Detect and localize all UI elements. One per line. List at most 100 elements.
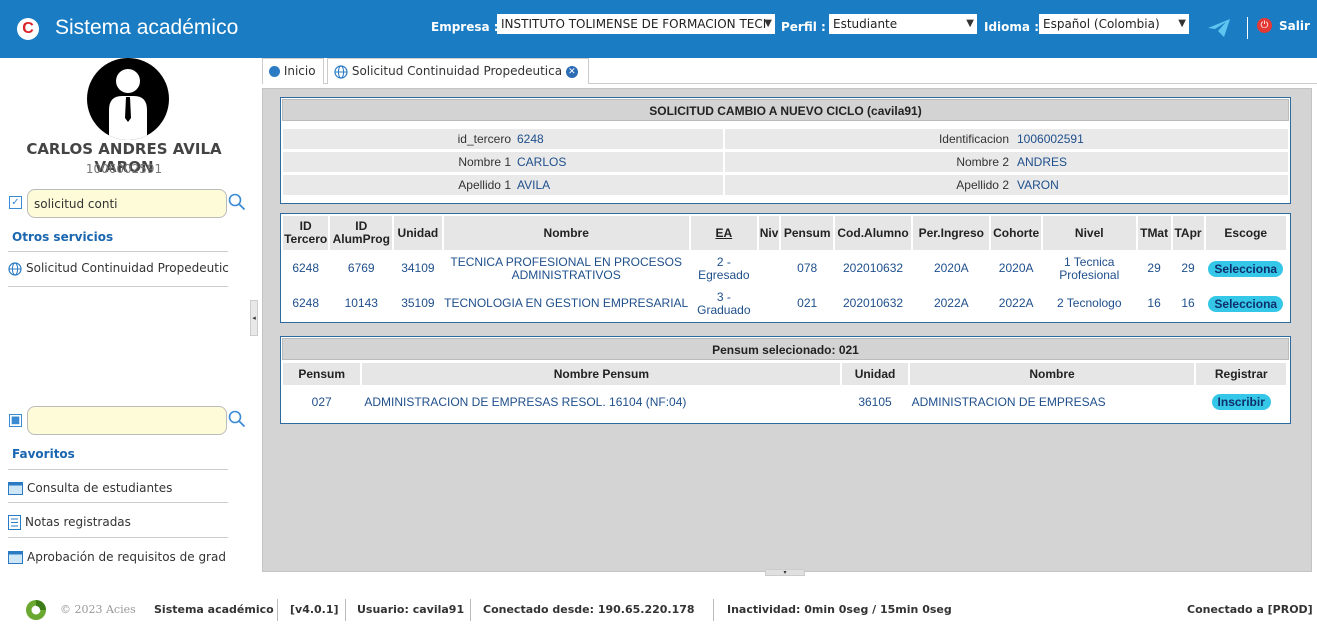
divider <box>8 537 228 538</box>
cell: 021 <box>797 296 818 310</box>
sidebar-item-label: Solicitud Continuidad Propedeutic <box>26 261 229 275</box>
bottom-panel-handle[interactable]: ▾ <box>765 569 805 576</box>
tab-inicio[interactable]: Inicio <box>262 58 324 84</box>
col-header: Nivel <box>1042 216 1136 250</box>
field-label: id_tercero <box>457 132 511 146</box>
empresa-select[interactable]: INSTITUTO TOLIMENSE DE FORMACION TECI ▼ <box>497 14 775 34</box>
favorites-search-input[interactable] <box>27 406 227 435</box>
otros-servicios-heading: Otros servicios <box>12 230 114 244</box>
cell: 6248 <box>292 296 320 310</box>
table-icon <box>8 551 23 564</box>
pensum-panel: Pensum selecionado: 021 Pensum Nombre Pe… <box>280 336 1291 424</box>
header-divider <box>1247 17 1248 39</box>
cell: 2020A <box>933 261 969 275</box>
cell: 2020A <box>998 261 1034 275</box>
logout-button[interactable]: Salir <box>1279 19 1310 33</box>
empresa-label: Empresa : <box>431 20 499 34</box>
divider <box>713 599 714 621</box>
footer-version: [v4.0.1] <box>290 603 339 616</box>
copyright: © 2023 Acies <box>60 603 136 616</box>
cell: 3 - Graduado <box>697 289 751 317</box>
sidebar-collapse-handle[interactable]: ◂ <box>250 300 258 336</box>
close-icon[interactable]: ✕ <box>565 65 578 78</box>
check-icon[interactable]: ✓ <box>9 196 22 209</box>
field-label: Identificacion <box>938 132 1009 146</box>
sidebar-item-notas[interactable]: Notas registradas <box>8 515 233 530</box>
field-row: Apellido 1 AVILA <box>283 175 723 195</box>
sidebar-item-solicitud[interactable]: Solicitud Continuidad Propedeutic <box>8 261 233 276</box>
pensum-title: Pensum selecionado: 021 <box>282 338 1289 360</box>
sidebar-item-aprobacion[interactable]: Aprobación de requisitos de grad <box>8 550 233 564</box>
col-header: Unidad <box>842 363 908 385</box>
perfil-select[interactable]: Estudiante ▼ <box>829 14 977 34</box>
cell: TECNOLOGIA EN GESTION EMPRESARIAL <box>444 296 689 310</box>
table-icon <box>8 482 23 495</box>
app-title: Sistema académico <box>55 16 239 39</box>
cell: Selecciona <box>1206 287 1287 320</box>
footer-user: Usuario: cavila91 <box>357 603 465 616</box>
field-label: Apellido 1 <box>458 178 511 192</box>
acies-logo-icon <box>26 600 46 620</box>
field-value: 6248 <box>517 132 544 146</box>
send-icon[interactable] <box>1207 17 1231 39</box>
inscribir-button[interactable]: Inscribir <box>1211 394 1271 410</box>
cell: 10143 <box>344 296 378 310</box>
programs-panel: ID Tercero ID AlumProg Unidad Nombre EA … <box>280 213 1291 323</box>
cell: Selecciona <box>1206 252 1287 285</box>
cell: TECNICA PROFESIONAL EN PROCESOS ADMINIST… <box>450 254 683 282</box>
field-value: CARLOS <box>517 155 567 169</box>
tab-solicitud[interactable]: Solicitud Continuidad Propedeutica ✕ <box>327 58 589 84</box>
menu-search-input[interactable] <box>27 189 227 218</box>
col-header: Nombre Pensum <box>362 363 841 385</box>
request-panel: SOLICITUD CAMBIO A NUEVO CICLO (cavila91… <box>280 97 1291 204</box>
list-icon <box>8 515 21 530</box>
perfil-value: Estudiante <box>833 17 898 31</box>
field-value: VARON <box>1017 178 1059 192</box>
divider <box>470 599 471 621</box>
idioma-label: Idioma : <box>984 20 1039 34</box>
sidebar-item-consulta[interactable]: Consulta de estudiantes <box>8 481 233 495</box>
col-header: Escoge <box>1205 216 1286 250</box>
search-icon[interactable] <box>228 410 246 428</box>
top-bar: C Sistema académico Empresa : INSTITUTO … <box>0 0 1317 58</box>
cell: 1 Tecnica Profesional <box>1059 254 1120 282</box>
square-icon[interactable]: ■ <box>9 414 22 427</box>
cell: 6248 <box>292 261 320 275</box>
footer-system: Sistema académico <box>154 603 274 616</box>
col-header[interactable]: EA <box>690 216 757 250</box>
select-button[interactable]: Selecciona <box>1208 295 1284 312</box>
field-label: Nombre 1 <box>458 155 511 169</box>
power-icon[interactable]: ⏻ <box>1257 18 1272 33</box>
field-value: 1006002591 <box>1017 132 1084 146</box>
app-logo: C <box>17 18 39 40</box>
select-button[interactable]: Selecciona <box>1208 260 1284 277</box>
col-header: Nombre <box>443 216 689 250</box>
divider <box>8 251 228 252</box>
col-header: Cohorte <box>991 216 1041 250</box>
col-header: Per.Ingreso <box>913 216 990 250</box>
sidebar: CARLOS ANDRES AVILA VARON 1006002591 ✓ O… <box>0 58 248 570</box>
divider <box>345 599 346 621</box>
sidebar-item-label: Notas registradas <box>25 515 131 529</box>
divider <box>8 469 228 470</box>
col-header: Cod.Alumno <box>834 216 912 250</box>
col-header: Niv <box>758 216 780 250</box>
footer-environment: Conectado a [PROD] <box>1187 603 1313 616</box>
idioma-select[interactable]: Español (Colombia) ▼ <box>1039 14 1189 34</box>
divider <box>277 599 278 621</box>
request-title: SOLICITUD CAMBIO A NUEVO CICLO (cavila91… <box>282 99 1289 121</box>
divider <box>8 286 228 287</box>
cell: 2 Tecnologo <box>1057 296 1122 310</box>
chevron-down-icon: ▼ <box>966 18 974 29</box>
chevron-down-icon: ▼ <box>764 18 772 29</box>
empresa-value: INSTITUTO TOLIMENSE DE FORMACION TECI <box>501 17 767 31</box>
cell: 16 <box>1147 296 1161 310</box>
cell: 16 <box>1181 296 1195 310</box>
cell: ADMINISTRACION DE EMPRESAS <box>911 394 1106 409</box>
cell: 35109 <box>401 296 435 310</box>
cell: 027 <box>311 394 332 409</box>
col-header: Unidad <box>394 216 442 250</box>
table-row: 6248 6769 34109 TECNICA PROFESIONAL EN P… <box>283 252 1286 285</box>
search-icon[interactable] <box>228 193 246 211</box>
cell: ADMINISTRACION DE EMPRESAS RESOL. 16104 … <box>364 394 687 409</box>
